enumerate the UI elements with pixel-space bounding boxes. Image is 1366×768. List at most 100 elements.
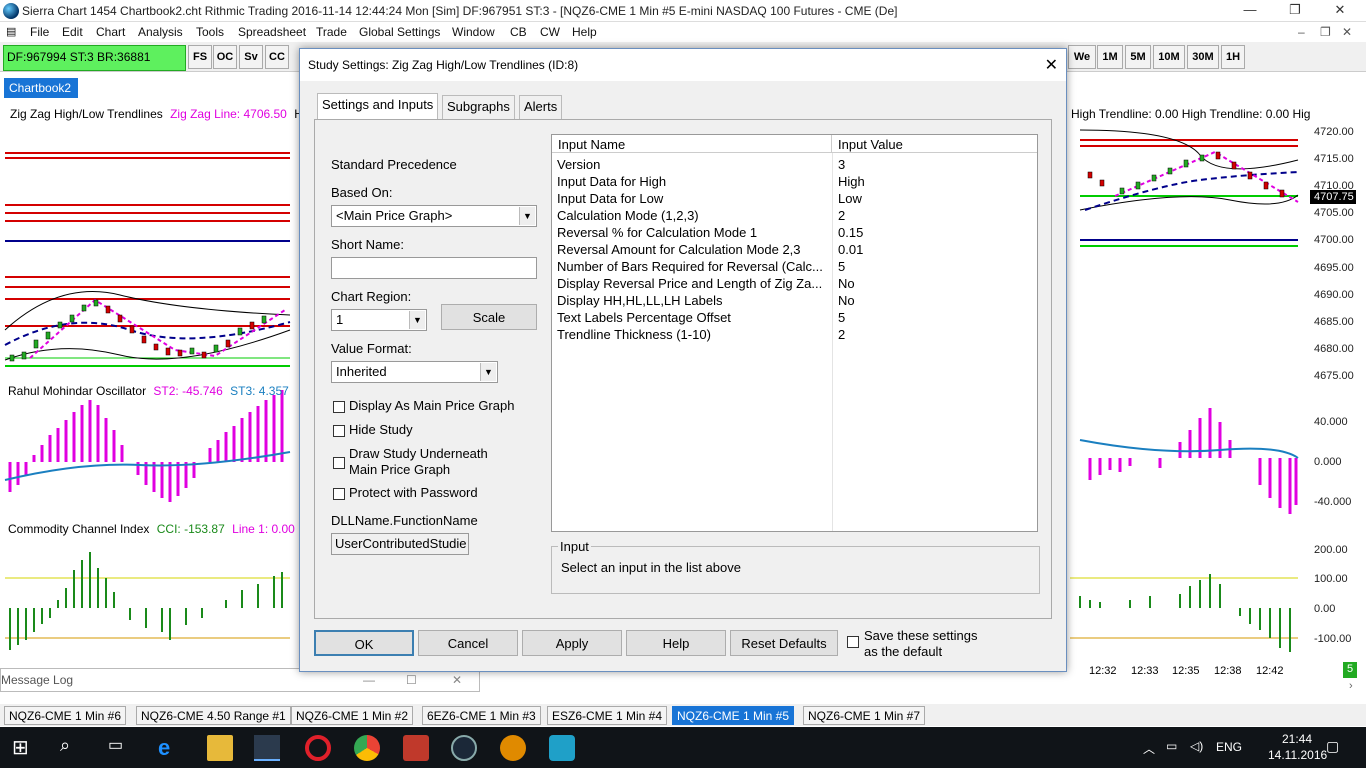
inputs-grid[interactable]: Input Name Input Value Version 3 Input Da… bbox=[551, 134, 1038, 532]
toolbar-cc-button[interactable]: CC bbox=[265, 45, 289, 69]
help-button[interactable]: Help bbox=[626, 630, 726, 656]
menu-trade[interactable]: Trade bbox=[316, 25, 347, 39]
input-value: No bbox=[838, 293, 855, 308]
menu-chart[interactable]: Chart bbox=[96, 25, 125, 39]
grid-header-input-value[interactable]: Input Value bbox=[832, 135, 1037, 153]
chart-tab[interactable]: 6EZ6-CME 1 Min #3 bbox=[422, 706, 541, 725]
chart-region-select[interactable]: 1 ▼ bbox=[331, 309, 427, 331]
restore-icon[interactable]: ❐ bbox=[1275, 2, 1315, 20]
toolbar-we-button[interactable]: We bbox=[1068, 45, 1096, 69]
value-format-select[interactable]: Inherited ▼ bbox=[331, 361, 498, 383]
toolbar-sv-button[interactable]: Sv bbox=[239, 45, 263, 69]
input-row[interactable]: Reversal Amount for Calculation Mode 2,3… bbox=[552, 242, 1037, 259]
opera-icon[interactable] bbox=[305, 735, 331, 761]
input-row[interactable]: Version 3 bbox=[552, 157, 1037, 174]
input-value: 2 bbox=[838, 327, 846, 342]
save-default-checkbox[interactable] bbox=[847, 636, 859, 648]
chart-tab[interactable]: NQZ6-CME 1 Min #7 bbox=[803, 706, 926, 725]
short-name-input[interactable] bbox=[331, 257, 537, 279]
toolbar-oc-button[interactable]: OC bbox=[213, 45, 237, 69]
cancel-button[interactable]: Cancel bbox=[418, 630, 518, 656]
menu-cw[interactable]: CW bbox=[540, 25, 560, 39]
grid-header-input-name[interactable]: Input Name bbox=[552, 135, 832, 153]
input-row[interactable]: Display HH,HL,LL,LH Labels No bbox=[552, 293, 1037, 310]
input-row[interactable]: Trendline Thickness (1-10) 2 bbox=[552, 327, 1037, 344]
menu-tools[interactable]: Tools bbox=[196, 25, 224, 39]
mdi-restore-icon[interactable]: ❐ bbox=[1320, 25, 1331, 39]
clock-date[interactable]: 14.11.2016 bbox=[1268, 748, 1327, 762]
message-log-close-icon[interactable]: ✕ bbox=[452, 673, 462, 687]
doc-menu-icon[interactable]: ▤ bbox=[6, 25, 16, 38]
mdi-close-icon[interactable]: ✕ bbox=[1342, 25, 1352, 39]
network-icon[interactable]: ▭ bbox=[1166, 739, 1177, 753]
toolbar-1m-button[interactable]: 1M bbox=[1097, 45, 1123, 69]
chart-tab[interactable]: NQZ6-CME 1 Min #2 bbox=[291, 706, 414, 725]
tray-chevron-icon[interactable]: ︿ bbox=[1143, 740, 1155, 757]
cci-line1: Line 1: 0.00 bbox=[232, 522, 295, 536]
chrome-icon[interactable] bbox=[354, 735, 380, 761]
chart-tab[interactable]: NQZ6-CME 4.50 Range #1 bbox=[136, 706, 291, 725]
tab-subgraphs[interactable]: Subgraphs bbox=[442, 95, 515, 119]
menu-analysis[interactable]: Analysis bbox=[138, 25, 183, 39]
app-icon[interactable] bbox=[549, 735, 575, 761]
steam-icon[interactable] bbox=[451, 735, 477, 761]
reset-defaults-button[interactable]: Reset Defaults bbox=[730, 630, 838, 656]
menu-window[interactable]: Window bbox=[452, 25, 495, 39]
app-icon[interactable] bbox=[403, 735, 429, 761]
input-row[interactable]: Reversal % for Calculation Mode 1 0.15 bbox=[552, 225, 1037, 242]
input-row[interactable]: Input Data for High High bbox=[552, 174, 1037, 191]
value-format-label: Value Format: bbox=[331, 341, 412, 356]
dialog-close-icon[interactable]: ✕ bbox=[1045, 55, 1058, 75]
chart-tab-active[interactable]: NQZ6-CME 1 Min #5 bbox=[672, 706, 795, 725]
windows-start-icon[interactable]: ⊞ bbox=[12, 735, 38, 761]
hide-study-checkbox[interactable] bbox=[333, 425, 345, 437]
ok-button[interactable]: OK bbox=[314, 630, 414, 656]
menu-file[interactable]: File bbox=[30, 25, 49, 39]
notification-icon[interactable]: ▢ bbox=[1326, 738, 1339, 755]
input-row[interactable]: Calculation Mode (1,2,3) 2 bbox=[552, 208, 1037, 225]
tab-settings-and-inputs[interactable]: Settings and Inputs bbox=[317, 93, 439, 121]
input-row[interactable]: Number of Bars Required for Reversal (Ca… bbox=[552, 259, 1037, 276]
toolbar-fs-button[interactable]: FS bbox=[188, 45, 212, 69]
scale-button[interactable]: Scale bbox=[441, 304, 537, 330]
language-indicator[interactable]: ENG bbox=[1216, 740, 1242, 754]
task-view-icon[interactable]: ▭ bbox=[108, 735, 134, 761]
volume-icon[interactable]: ◁) bbox=[1190, 739, 1203, 753]
menu-cb[interactable]: CB bbox=[510, 25, 527, 39]
message-log-minimize-icon[interactable]: — bbox=[363, 673, 375, 687]
based-on-select[interactable]: <Main Price Graph> ▼ bbox=[331, 205, 537, 227]
protect-with-password-checkbox[interactable] bbox=[333, 488, 345, 500]
clock-time[interactable]: 21:44 bbox=[1282, 732, 1312, 746]
input-row[interactable]: Display Reversal Price and Length of Zig… bbox=[552, 276, 1037, 293]
message-log-restore-icon[interactable]: ☐ bbox=[406, 673, 417, 687]
search-icon[interactable]: ⌕ bbox=[60, 735, 86, 761]
chart-tab[interactable]: NQZ6-CME 1 Min #6 bbox=[4, 706, 127, 725]
chart-tab[interactable]: ESZ6-CME 1 Min #4 bbox=[547, 706, 668, 725]
edge-browser-icon[interactable]: e bbox=[158, 735, 184, 761]
menu-edit[interactable]: Edit bbox=[62, 25, 83, 39]
minimize-icon[interactable]: — bbox=[1230, 2, 1270, 20]
apply-button[interactable]: Apply bbox=[522, 630, 622, 656]
close-icon[interactable]: ✕ bbox=[1320, 2, 1360, 20]
mdi-minimize-icon[interactable]: – bbox=[1298, 25, 1305, 39]
scroll-right-icon[interactable]: › bbox=[1349, 680, 1353, 692]
input-value: 5 bbox=[838, 310, 846, 325]
draw-underneath-checkbox[interactable] bbox=[333, 457, 345, 469]
input-row[interactable]: Input Data for Low Low bbox=[552, 191, 1037, 208]
tab-alerts[interactable]: Alerts bbox=[519, 95, 563, 119]
settings-panel: Standard Precedence Based On: <Main Pric… bbox=[314, 119, 1052, 619]
menu-spreadsheet[interactable]: Spreadsheet bbox=[238, 25, 306, 39]
display-as-main-price-graph-checkbox[interactable] bbox=[333, 401, 345, 413]
app-icon[interactable] bbox=[500, 735, 526, 761]
toolbar-1h-button[interactable]: 1H bbox=[1221, 45, 1245, 69]
toolbar-10m-button[interactable]: 10M bbox=[1153, 45, 1185, 69]
toolbar-30m-button[interactable]: 30M bbox=[1187, 45, 1219, 69]
input-row[interactable]: Text Labels Percentage Offset 5 bbox=[552, 310, 1037, 327]
menu-global-settings[interactable]: Global Settings bbox=[359, 25, 440, 39]
menu-help[interactable]: Help bbox=[572, 25, 597, 39]
toolbar-5m-button[interactable]: 5M bbox=[1125, 45, 1151, 69]
data-feed-status: DF:967994 ST:3 BR:36881 bbox=[3, 45, 186, 71]
chartbook-tab[interactable]: Chartbook2 bbox=[4, 78, 78, 98]
sierra-chart-taskbar-icon[interactable] bbox=[254, 735, 280, 761]
file-explorer-icon[interactable] bbox=[207, 735, 233, 761]
